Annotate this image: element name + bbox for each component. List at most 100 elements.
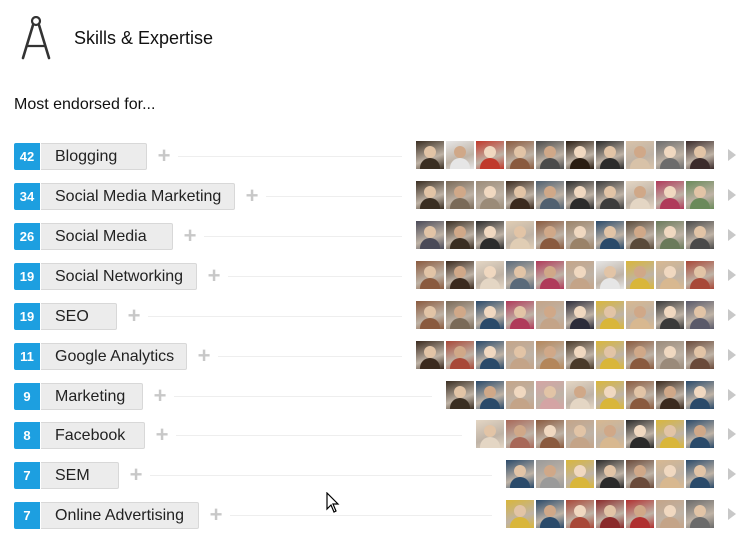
endorser-avatar[interactable] [536, 381, 564, 409]
endorser-avatar[interactable] [626, 420, 654, 448]
endorser-avatar[interactable] [416, 221, 444, 249]
endorser-avatar[interactable] [626, 141, 654, 169]
endorse-plus-icon[interactable]: + [150, 385, 170, 407]
endorser-avatar[interactable] [446, 381, 474, 409]
endorser-avatar[interactable] [626, 500, 654, 528]
endorsement-count-badge[interactable]: 9 [14, 383, 40, 410]
chevron-right-icon[interactable] [728, 389, 736, 401]
endorsement-count-badge[interactable]: 34 [14, 183, 40, 210]
skill-label[interactable]: SEO [41, 303, 117, 330]
endorser-avatar[interactable] [536, 500, 564, 528]
chevron-right-icon[interactable] [728, 349, 736, 361]
endorser-avatar[interactable] [506, 301, 534, 329]
skill-label[interactable]: Online Advertising [41, 502, 199, 529]
skill-label[interactable]: Social Media [41, 223, 173, 250]
endorser-avatar[interactable] [506, 420, 534, 448]
endorser-avatar[interactable] [506, 500, 534, 528]
endorser-avatar[interactable] [536, 301, 564, 329]
chevron-right-icon[interactable] [728, 428, 736, 440]
chevron-right-icon[interactable] [728, 229, 736, 241]
endorser-avatar[interactable] [536, 181, 564, 209]
endorser-avatar[interactable] [686, 460, 714, 488]
skill-label[interactable]: Blogging [41, 143, 147, 170]
endorser-avatar[interactable] [506, 221, 534, 249]
endorsement-count-badge[interactable]: 7 [14, 462, 40, 489]
endorser-avatar[interactable] [596, 500, 624, 528]
chevron-right-icon[interactable] [728, 468, 736, 480]
endorser-avatar[interactable] [656, 261, 684, 289]
endorser-avatar[interactable] [656, 221, 684, 249]
endorser-avatar[interactable] [656, 381, 684, 409]
endorse-plus-icon[interactable]: + [126, 464, 146, 486]
endorser-avatar[interactable] [596, 381, 624, 409]
endorser-avatar[interactable] [566, 460, 594, 488]
endorsement-count-badge[interactable]: 19 [14, 303, 40, 330]
endorser-avatar[interactable] [476, 420, 504, 448]
chevron-right-icon[interactable] [728, 309, 736, 321]
endorser-avatar[interactable] [596, 301, 624, 329]
endorsement-count-badge[interactable]: 26 [14, 223, 40, 250]
endorser-avatar[interactable] [536, 221, 564, 249]
endorser-avatar[interactable] [626, 460, 654, 488]
chevron-right-icon[interactable] [728, 508, 736, 520]
endorser-avatar[interactable] [566, 500, 594, 528]
endorser-avatar[interactable] [506, 261, 534, 289]
endorsement-count-badge[interactable]: 7 [14, 502, 40, 529]
endorser-avatar[interactable] [656, 301, 684, 329]
endorser-avatar[interactable] [416, 261, 444, 289]
endorser-avatar[interactable] [656, 141, 684, 169]
endorser-avatar[interactable] [476, 261, 504, 289]
endorser-avatar[interactable] [686, 341, 714, 369]
skill-label[interactable]: Marketing [41, 383, 143, 410]
chevron-right-icon[interactable] [728, 149, 736, 161]
endorse-plus-icon[interactable]: + [152, 424, 172, 446]
endorser-avatar[interactable] [596, 261, 624, 289]
endorser-avatar[interactable] [566, 381, 594, 409]
endorser-avatar[interactable] [626, 261, 654, 289]
endorser-avatar[interactable] [476, 381, 504, 409]
endorser-avatar[interactable] [656, 460, 684, 488]
skill-label[interactable]: Social Networking [41, 263, 197, 290]
endorser-avatar[interactable] [656, 341, 684, 369]
endorser-avatar[interactable] [536, 460, 564, 488]
endorser-avatar[interactable] [446, 221, 474, 249]
endorse-plus-icon[interactable]: + [206, 504, 226, 526]
endorser-avatar[interactable] [476, 341, 504, 369]
endorse-plus-icon[interactable]: + [204, 265, 224, 287]
endorser-avatar[interactable] [416, 301, 444, 329]
endorser-avatar[interactable] [476, 181, 504, 209]
endorser-avatar[interactable] [446, 261, 474, 289]
endorser-avatar[interactable] [416, 181, 444, 209]
endorser-avatar[interactable] [506, 141, 534, 169]
endorse-plus-icon[interactable]: + [242, 185, 262, 207]
skill-label[interactable]: Social Media Marketing [41, 183, 235, 210]
endorser-avatar[interactable] [626, 181, 654, 209]
endorser-avatar[interactable] [446, 341, 474, 369]
endorser-avatar[interactable] [446, 301, 474, 329]
endorsement-count-badge[interactable]: 11 [14, 343, 40, 370]
skill-label[interactable]: SEM [41, 462, 119, 489]
endorser-avatar[interactable] [596, 221, 624, 249]
endorser-avatar[interactable] [476, 141, 504, 169]
endorser-avatar[interactable] [506, 460, 534, 488]
endorser-avatar[interactable] [506, 341, 534, 369]
endorse-plus-icon[interactable]: + [194, 345, 214, 367]
endorser-avatar[interactable] [566, 181, 594, 209]
skill-label[interactable]: Google Analytics [41, 343, 187, 370]
endorse-plus-icon[interactable]: + [154, 145, 174, 167]
chevron-right-icon[interactable] [728, 269, 736, 281]
endorser-avatar[interactable] [416, 341, 444, 369]
endorser-avatar[interactable] [656, 181, 684, 209]
endorser-avatar[interactable] [626, 381, 654, 409]
endorser-avatar[interactable] [686, 141, 714, 169]
chevron-right-icon[interactable] [728, 189, 736, 201]
endorser-avatar[interactable] [656, 420, 684, 448]
endorser-avatar[interactable] [566, 221, 594, 249]
endorser-avatar[interactable] [566, 261, 594, 289]
endorse-plus-icon[interactable]: + [124, 305, 144, 327]
endorser-avatar[interactable] [536, 420, 564, 448]
endorser-avatar[interactable] [686, 381, 714, 409]
endorser-avatar[interactable] [686, 500, 714, 528]
endorser-avatar[interactable] [596, 341, 624, 369]
endorser-avatar[interactable] [686, 221, 714, 249]
